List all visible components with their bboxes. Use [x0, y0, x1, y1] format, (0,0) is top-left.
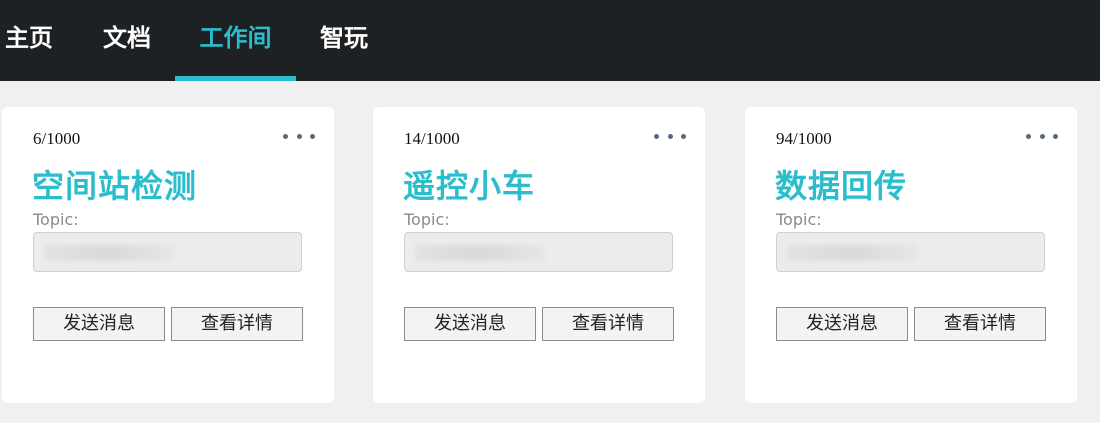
usage-count: 94/1000 [776, 129, 832, 148]
view-details-button[interactable]: 查看详情 [914, 307, 1046, 341]
card-title: 数据回传 [775, 167, 908, 205]
nav-smartplay[interactable]: 智玩 [313, 0, 375, 81]
topic-label: Topic: [33, 210, 79, 229]
send-message-button[interactable]: 发送消息 [776, 307, 908, 341]
send-message-button[interactable]: 发送消息 [33, 307, 165, 341]
device-card: 94/1000 数据回传 Topic: 发送消息 查看详情 [745, 107, 1077, 403]
card-title: 空间站检测 [32, 167, 198, 205]
nav-workspace[interactable]: 工作间 [175, 0, 296, 81]
device-card: 6/1000 空间站检测 Topic: 发送消息 查看详情 [2, 107, 334, 403]
nav-docs[interactable]: 文档 [96, 0, 158, 81]
topic-label: Topic: [404, 210, 450, 229]
card-title: 遥控小车 [403, 167, 536, 205]
topic-input[interactable] [404, 232, 673, 272]
more-horizontal-icon[interactable] [283, 129, 315, 143]
nav-home[interactable]: 主页 [0, 0, 58, 81]
usage-count: 14/1000 [404, 129, 460, 148]
view-details-button[interactable]: 查看详情 [542, 307, 674, 341]
active-tab-indicator [175, 76, 296, 81]
nav-workspace-label: 工作间 [199, 24, 272, 52]
topic-label: Topic: [776, 210, 822, 229]
more-horizontal-icon[interactable] [1026, 129, 1058, 143]
top-nav-bar: 主页 文档 工作间 智玩 [0, 0, 1100, 81]
topic-input[interactable] [776, 232, 1045, 272]
more-horizontal-icon[interactable] [654, 129, 686, 143]
view-details-button[interactable]: 查看详情 [171, 307, 303, 341]
topic-input[interactable] [33, 232, 302, 272]
usage-count: 6/1000 [33, 129, 81, 148]
send-message-button[interactable]: 发送消息 [404, 307, 536, 341]
device-card: 14/1000 遥控小车 Topic: 发送消息 查看详情 [373, 107, 705, 403]
